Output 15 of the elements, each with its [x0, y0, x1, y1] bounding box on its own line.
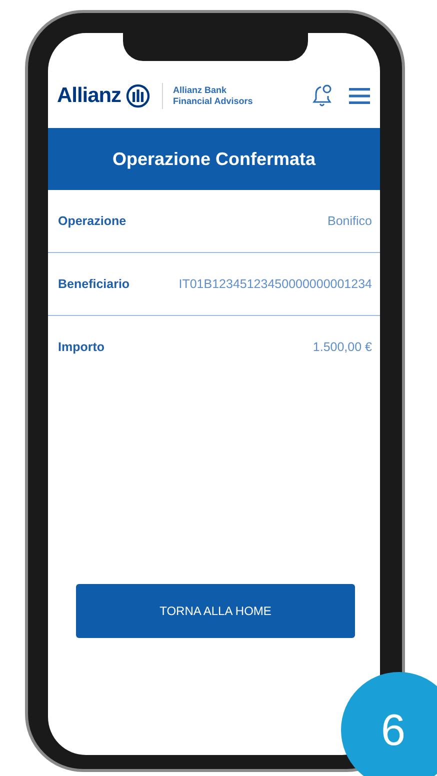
- menu-icon[interactable]: [349, 88, 370, 104]
- back-home-button[interactable]: TORNA ALLA HOME: [76, 584, 355, 638]
- detail-label: Operazione: [58, 212, 126, 230]
- subbrand-text: Allianz Bank: [173, 84, 228, 96]
- detail-value: 1.500,00 €: [312, 339, 372, 356]
- page-title: Operazione Confermata: [112, 148, 316, 171]
- brand-logo-text: Allianz: [57, 82, 122, 109]
- detail-value: IT01B12345123450000000001234: [178, 276, 372, 293]
- allianz-logo-icon: [126, 84, 150, 108]
- notification-bell-icon[interactable]: [312, 84, 334, 108]
- step-number-badge: 6: [341, 672, 437, 776]
- detail-value: Bonifico: [328, 212, 372, 230]
- detail-label: Beneficiario: [58, 276, 130, 293]
- subbrand-text: Financial Advisors: [173, 96, 253, 106]
- detail-label: Importo: [58, 339, 105, 356]
